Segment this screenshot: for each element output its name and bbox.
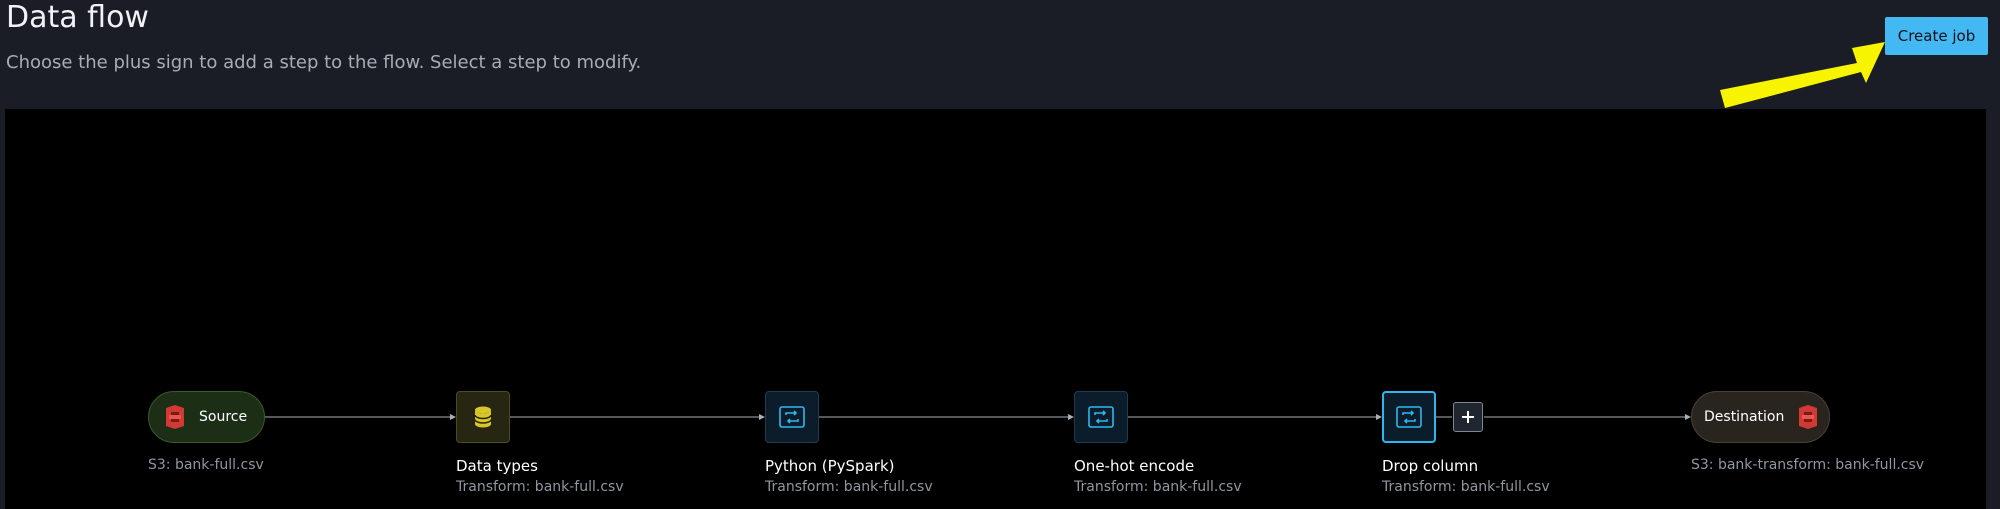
destination-node[interactable]: Destination xyxy=(1691,391,1830,443)
step-node-python-pyspark[interactable] xyxy=(765,391,819,443)
create-job-button[interactable]: Create job xyxy=(1885,17,1988,55)
step-detail: Transform: bank-full.csv xyxy=(456,479,624,495)
flow-canvas: Source S3: bank-full.csv Data types Tran… xyxy=(5,109,1986,509)
step-detail: Transform: bank-full.csv xyxy=(1382,479,1550,495)
step-detail: Transform: bank-full.csv xyxy=(765,479,933,495)
step-node-drop-column[interactable] xyxy=(1382,391,1436,443)
step-title: One-hot encode xyxy=(1074,457,1195,475)
destination-node-detail: S3: bank-transform: bank-full.csv xyxy=(1691,457,1925,473)
step-node-data-types[interactable] xyxy=(456,391,510,443)
page-title: Data flow xyxy=(6,0,149,35)
page-subtitle: Choose the plus sign to add a step to th… xyxy=(6,52,642,73)
source-node[interactable]: Source xyxy=(148,391,265,443)
flow-connectors xyxy=(215,414,1691,420)
destination-node-label: Destination xyxy=(1704,409,1785,425)
source-node-label: Source xyxy=(199,409,248,425)
transform-icon xyxy=(779,406,805,428)
step-node-one-hot-encode[interactable] xyxy=(1074,391,1128,443)
source-node-detail: S3: bank-full.csv xyxy=(148,457,264,473)
add-step-button[interactable] xyxy=(1453,402,1483,432)
plus-icon xyxy=(1462,411,1474,423)
transform-icon xyxy=(1088,406,1114,428)
step-detail: Transform: bank-full.csv xyxy=(1074,479,1242,495)
s3-bucket-icon xyxy=(1799,405,1818,429)
database-icon xyxy=(474,406,492,428)
step-title: Drop column xyxy=(1382,457,1479,475)
transform-icon xyxy=(1396,406,1422,428)
s3-bucket-icon xyxy=(166,405,184,429)
step-title: Python (PySpark) xyxy=(765,457,895,475)
step-title: Data types xyxy=(456,457,538,475)
